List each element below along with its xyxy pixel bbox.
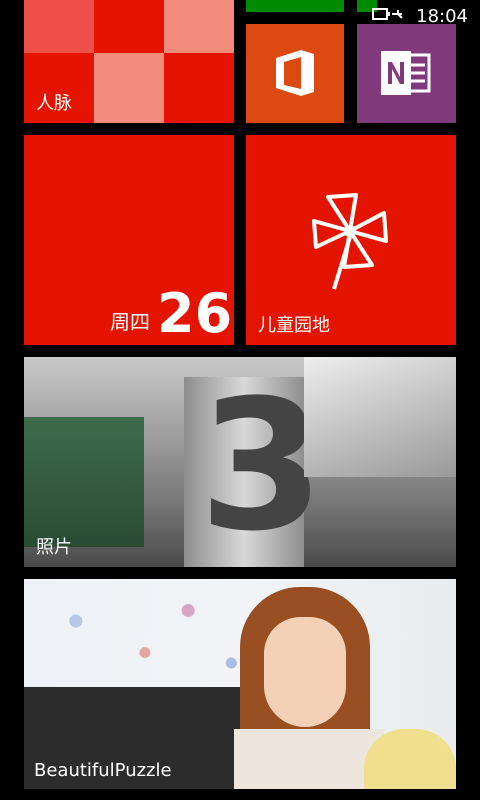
bus-image [24, 417, 144, 547]
beautiful-puzzle-tile[interactable]: BeautifulPuzzle [24, 579, 456, 789]
people-photo-3 [164, 0, 234, 53]
girl-shirt-image [234, 729, 384, 789]
people-photo-1 [24, 0, 94, 53]
kids-corner-tile[interactable]: 儿童园地 [246, 135, 456, 345]
onenote-tile[interactable] [357, 24, 456, 123]
beautiful-puzzle-label: BeautifulPuzzle [34, 760, 172, 781]
pinwheel-icon [306, 185, 396, 299]
people-label: 人脉 [36, 93, 72, 114]
people-photo-5 [94, 53, 164, 123]
partial-tile-top-left[interactable] [246, 0, 344, 12]
photos-tile[interactable]: 3 照片 [24, 357, 456, 567]
calendar-tile[interactable]: 周四 26 [24, 135, 234, 345]
calendar-date: 26 [157, 282, 233, 345]
plush-toy-image [364, 729, 456, 789]
girl-face-image [264, 617, 346, 727]
ceiling-image [304, 357, 456, 477]
onenote-icon [381, 51, 433, 99]
calendar-weekday: 周四 [110, 310, 150, 334]
people-photo-2 [94, 0, 164, 53]
people-tile[interactable]: 人脉 [24, 0, 234, 123]
office-icon [274, 49, 316, 101]
photos-label: 照片 [36, 537, 72, 558]
people-photo-6 [164, 53, 234, 123]
kids-corner-label: 儿童园地 [258, 315, 330, 336]
office-tile[interactable] [246, 24, 344, 123]
